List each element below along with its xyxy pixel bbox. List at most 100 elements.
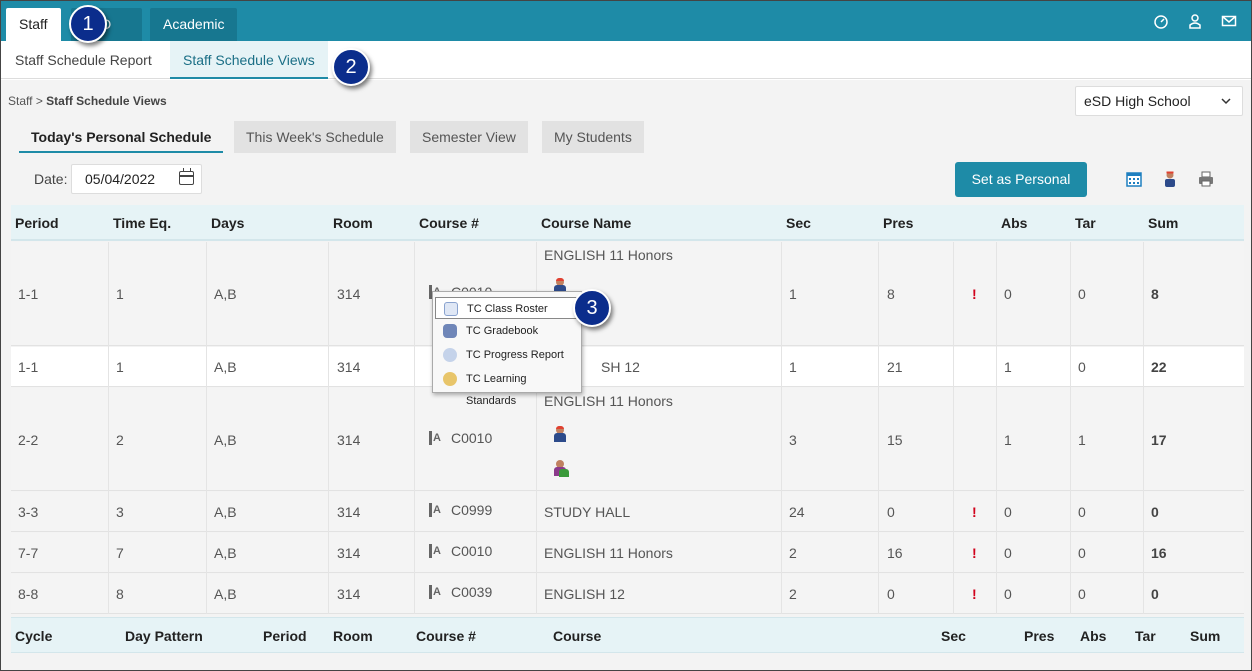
cell-course[interactable]: C0010 xyxy=(423,430,492,446)
cell-tar: 0 xyxy=(1078,286,1086,302)
alert-icon: ! xyxy=(972,286,977,302)
group-icon[interactable] xyxy=(547,460,569,479)
menu-item-gradebook[interactable]: TC Gradebook xyxy=(435,320,579,342)
col-period[interactable]: Period xyxy=(11,205,59,241)
cell-days: A,B xyxy=(214,545,237,561)
col-sum[interactable]: Sum xyxy=(1144,205,1178,241)
col-course-number[interactable]: Course # xyxy=(415,205,479,241)
cell-sec: 1 xyxy=(789,359,797,375)
col-course-name[interactable]: Course Name xyxy=(537,205,631,241)
col-days[interactable]: Days xyxy=(207,205,244,241)
tab-staff[interactable]: Staff xyxy=(6,8,61,41)
tab-todays-personal-schedule[interactable]: Today's Personal Schedule xyxy=(19,121,224,153)
table-row[interactable]: 8-8 8 A,B 314 C0039 ENGLISH 12 2 0 ! 0 0… xyxy=(11,574,1244,614)
cell-course[interactable]: C0039 xyxy=(423,584,492,600)
cell-sec: 1 xyxy=(789,286,797,302)
cell-room: 314 xyxy=(337,586,361,602)
cell-sec: 3 xyxy=(789,432,797,448)
grid-line xyxy=(206,242,207,614)
course-icon xyxy=(429,585,443,599)
col-room[interactable]: Room xyxy=(329,618,373,654)
cell-time: 3 xyxy=(116,504,124,520)
cell-room: 314 xyxy=(337,286,361,302)
cell-period: 1-1 xyxy=(18,286,39,302)
col-abs[interactable]: Abs xyxy=(1076,618,1106,654)
tab-my-students[interactable]: My Students xyxy=(542,121,644,153)
menu-item-class-roster[interactable]: TC Class Roster xyxy=(435,297,579,319)
table-header: Period Time Eq. Days Room Course # Cours… xyxy=(11,205,1244,241)
cell-pres: 8 xyxy=(887,286,895,302)
col-tar[interactable]: Tar xyxy=(1131,618,1156,654)
set-personal-page-button[interactable]: Set as Personal Page xyxy=(955,162,1087,222)
col-sum[interactable]: Sum xyxy=(1186,618,1220,654)
breadcrumb-separator: > xyxy=(35,94,43,108)
cell-days: A,B xyxy=(214,586,237,602)
col-pres[interactable]: Pres xyxy=(879,205,913,241)
breadcrumb: Staff > Staff Schedule Views xyxy=(8,94,167,108)
mail-icon[interactable] xyxy=(1221,13,1237,29)
col-period[interactable]: Period xyxy=(259,618,307,654)
user-icon[interactable] xyxy=(1187,13,1203,29)
date-field[interactable]: 05/04/2022 xyxy=(71,164,202,194)
menu-item-label: TC Progress Report xyxy=(466,349,564,361)
cell-abs: 0 xyxy=(1004,504,1012,520)
course-icon xyxy=(429,431,443,445)
course-context-menu: TC Class Roster TC Gradebook TC Progress… xyxy=(432,291,582,407)
col-abs[interactable]: Abs xyxy=(997,205,1027,241)
col-sec[interactable]: Sec xyxy=(782,205,811,241)
cell-pres: 0 xyxy=(887,586,895,602)
col-pres[interactable]: Pres xyxy=(1020,618,1054,654)
cell-course-name: ENGLISH 11 Honors xyxy=(544,545,673,561)
sub-nav: Staff Schedule Report Staff Schedule Vie… xyxy=(1,41,1251,79)
date-label: Date: xyxy=(34,171,68,187)
cell-period: 2-2 xyxy=(18,432,39,448)
table-row[interactable]: 7-7 7 A,B 314 C0010 ENGLISH 11 Honors 2 … xyxy=(11,533,1244,573)
col-room[interactable]: Room xyxy=(329,205,373,241)
tab-academic[interactable]: Academic xyxy=(150,8,238,41)
col-sec[interactable]: Sec xyxy=(937,618,966,654)
cell-room: 314 xyxy=(337,504,361,520)
table-row[interactable]: 1-1 1 A,B 314 C0010 ENGLISH 11 Honors 1 … xyxy=(11,242,1244,346)
student-icon[interactable] xyxy=(1161,170,1179,188)
cell-course-name: SH 12 xyxy=(601,359,640,375)
table-row[interactable]: 3-3 3 A,B 314 C0999 STUDY HALL 24 0 ! 0 … xyxy=(11,492,1244,532)
menu-item-learning-standards[interactable]: TC Learning Standards xyxy=(435,368,579,407)
course-number: C0999 xyxy=(451,502,493,518)
cell-period: 1-1 xyxy=(18,359,39,375)
cell-time: 1 xyxy=(116,286,124,302)
col-time-eq[interactable]: Time Eq. xyxy=(109,205,171,241)
tab-staff-schedule-views[interactable]: Staff Schedule Views xyxy=(170,41,328,79)
col-course[interactable]: Course xyxy=(549,618,601,654)
tab-staff-schedule-report[interactable]: Staff Schedule Report xyxy=(2,41,165,79)
school-select-value: eSD High School xyxy=(1084,93,1191,109)
table-row[interactable]: 2-2 2 A,B 314 C0010 ENGLISH 11 Honors 3 … xyxy=(11,388,1244,491)
menu-item-progress-report[interactable]: TC Progress Report xyxy=(435,344,579,366)
calendar-icon[interactable] xyxy=(179,168,194,185)
cell-period: 7-7 xyxy=(18,545,39,561)
app-window: Staff eSD Academic Staff Schedule Report… xyxy=(0,0,1252,671)
cell-pres: 21 xyxy=(887,359,903,375)
col-tar[interactable]: Tar xyxy=(1071,205,1096,241)
cell-course[interactable]: C0010 xyxy=(423,543,492,559)
grid-line xyxy=(996,242,997,614)
tab-this-weeks-schedule[interactable]: This Week's Schedule xyxy=(234,121,396,153)
cell-period: 3-3 xyxy=(18,504,39,520)
tab-semester-view[interactable]: Semester View xyxy=(410,121,528,153)
calendar-view-icon[interactable] xyxy=(1125,170,1143,188)
cell-abs: 0 xyxy=(1004,286,1012,302)
course-number: C0039 xyxy=(451,584,493,600)
col-course-number[interactable]: Course # xyxy=(412,618,476,654)
table-row[interactable]: 1-1 1 A,B 314 SH 12 1 21 1 0 22 xyxy=(11,347,1244,387)
callout-badge: 2 xyxy=(332,48,370,86)
print-icon[interactable] xyxy=(1197,170,1215,188)
student-icon[interactable] xyxy=(547,426,567,445)
cell-course[interactable]: C0999 xyxy=(423,502,492,518)
grid-line xyxy=(108,242,109,614)
cell-sum: 22 xyxy=(1151,359,1167,375)
col-cycle[interactable]: Cycle xyxy=(11,618,52,654)
cell-sec: 2 xyxy=(789,586,797,602)
breadcrumb-parent[interactable]: Staff xyxy=(8,94,32,108)
school-select[interactable]: eSD High School xyxy=(1075,86,1243,116)
dashboard-icon[interactable] xyxy=(1153,13,1169,29)
col-day-pattern[interactable]: Day Pattern xyxy=(121,618,203,654)
